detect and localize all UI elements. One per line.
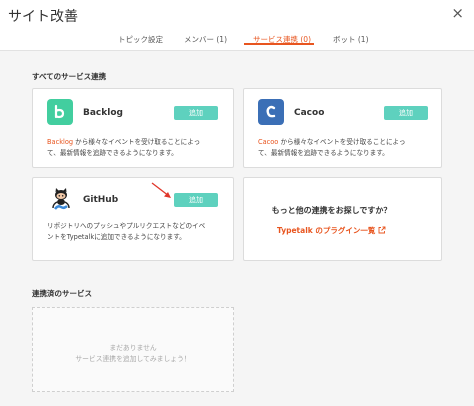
active-tab-indicator bbox=[244, 43, 314, 45]
cacoo-logo-icon bbox=[258, 99, 284, 125]
backlog-name: Backlog bbox=[83, 108, 123, 118]
github-description: リポジトリへのプッシュやプルリクエストなどのイベ ントをTypetalkに追加でき… bbox=[47, 222, 206, 241]
tab-bots[interactable]: ボット (1) bbox=[333, 34, 369, 45]
dialog-title: サイト改善 bbox=[8, 9, 78, 25]
empty-state-hint: サービス連携を追加してみましょう！ bbox=[75, 355, 191, 363]
dialog-header: サイト改善 × bbox=[0, 0, 474, 31]
github-name: GitHub bbox=[83, 195, 119, 205]
tab-bar: トピック設定 メンバー (1) サービス連携 (0) ボット (1) bbox=[0, 31, 474, 51]
cacoo-name: Cacoo bbox=[294, 108, 325, 118]
empty-state-text: まだありません bbox=[109, 344, 157, 352]
cacoo-link[interactable]: Cacoo bbox=[258, 138, 278, 146]
cacoo-card: Cacoo 追加 Cacoo から様々なイベントを受け取ることによっ て、最新情報… bbox=[243, 88, 442, 168]
backlog-description: Backlog から様々なイベントを受け取ることによっ て、最新情報を追跡できるよ… bbox=[47, 138, 201, 157]
cacoo-description: Cacoo から様々なイベントを受け取ることによっ て、最新情報を追跡できるように… bbox=[258, 138, 406, 157]
github-card: GitHub 追加 リポジトリへのプッシュやプルリクエストなどのイベ ントをTyp… bbox=[32, 177, 234, 261]
tab-topic-settings[interactable]: トピック設定 bbox=[118, 34, 163, 45]
external-link-icon bbox=[378, 226, 386, 234]
cacoo-add-button[interactable]: 追加 bbox=[384, 106, 428, 120]
more-integrations-title: もっと他の連携をお探しですか？ bbox=[271, 206, 392, 215]
plugin-list-link[interactable]: Typetalk のプラグイン一覧 bbox=[245, 225, 418, 236]
backlog-card: Backlog 追加 Backlog から様々なイベントを受け取ることによっ て、… bbox=[32, 88, 234, 168]
tab-members[interactable]: メンバー (1) bbox=[184, 34, 227, 45]
arrow-annotation-icon bbox=[151, 182, 171, 198]
github-octocat-icon bbox=[47, 186, 75, 214]
backlog-logo-icon bbox=[47, 99, 73, 125]
backlog-link[interactable]: Backlog bbox=[47, 138, 73, 146]
all-services-heading: すべてのサービス連携 bbox=[32, 72, 107, 81]
backlog-add-button[interactable]: 追加 bbox=[174, 106, 218, 120]
more-integrations-card bbox=[243, 177, 442, 261]
close-icon[interactable]: × bbox=[451, 6, 464, 21]
connected-services-empty-state: まだありません サービス連携を追加してみましょう！ bbox=[32, 307, 234, 392]
github-add-button[interactable]: 追加 bbox=[174, 193, 218, 207]
connected-services-heading: 連携済のサービス bbox=[32, 289, 92, 298]
